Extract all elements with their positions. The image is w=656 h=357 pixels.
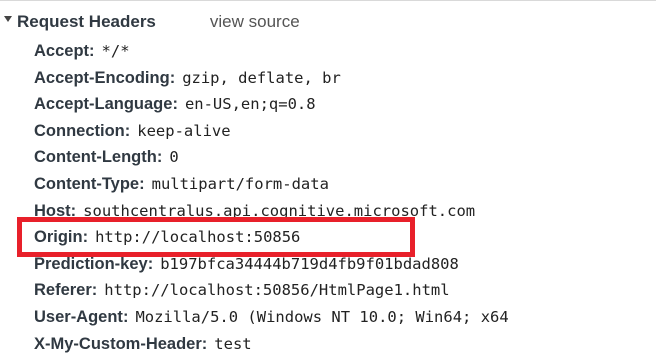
header-value: */* — [101, 42, 130, 60]
triangle-down-icon[interactable] — [4, 16, 12, 22]
header-value: http://localhost:50856 — [95, 228, 301, 247]
header-separator: : — [91, 281, 98, 300]
header-value: southcentralus.api.cognitive.microsoft.c… — [83, 201, 476, 220]
header-separator: : — [82, 228, 89, 247]
header-separator: : — [201, 334, 208, 353]
header-name: Origin — [34, 228, 83, 247]
header-row-user-agent: User-Agent: Mozilla/5.0 (Windows NT 10.0;… — [34, 304, 509, 331]
header-row-content-type: Content-Type: multipart/form-data — [34, 171, 509, 198]
header-value: 0 — [169, 148, 179, 167]
header-name: Accept-Encoding — [34, 68, 170, 87]
header-row-origin: Origin: http://localhost:50856 — [34, 224, 509, 251]
header-row-x-my-custom-header: X-My-Custom-Header: test — [34, 331, 509, 357]
header-name: Content-Type — [34, 174, 140, 193]
header-separator: : — [89, 42, 95, 60]
header-name: Accept — [34, 42, 90, 60]
header-name: Host — [34, 201, 71, 220]
request-headers-section-header[interactable]: Request Headers view source — [4, 10, 300, 34]
header-row-accept-encoding: Accept-Encoding: gzip, deflate, br — [34, 65, 509, 92]
top-divider — [0, 0, 656, 1]
header-row-host: Host: southcentralus.api.cognitive.micros… — [34, 198, 509, 225]
header-row-accept: Accept: */* — [34, 38, 509, 65]
header-value: keep-alive — [137, 121, 231, 140]
header-value: en-US,en;q=0.8 — [184, 95, 316, 114]
header-separator: : — [147, 254, 154, 273]
header-row-prediction-key: Prediction-key: b197bfca34444b719d4fb9f01… — [34, 251, 509, 278]
header-name: Connection — [34, 121, 125, 140]
header-name: X-My-Custom-Header — [34, 334, 202, 353]
header-row-connection: Connection: keep-alive — [34, 118, 509, 145]
header-name: Prediction-key — [34, 254, 148, 273]
header-separator: : — [172, 95, 178, 114]
header-separator: : — [70, 201, 77, 220]
header-separator: : — [139, 174, 145, 193]
header-value: b197bfca34444b719d4fb9f01bdad808 — [160, 254, 459, 273]
header-value: gzip, deflate, br — [182, 68, 341, 87]
header-value: multipart/form-data — [151, 174, 329, 193]
header-value: http://localhost:50856/HtmlPage1.html — [104, 281, 450, 300]
section-title[interactable]: Request Headers — [17, 12, 156, 32]
header-separator: : — [156, 148, 163, 167]
header-value: test — [214, 334, 252, 353]
header-row-referer: Referer: http://localhost:50856/HtmlPage1… — [34, 277, 509, 304]
request-headers-list: Accept: */* Accept-Encoding: gzip, deflate… — [34, 38, 509, 357]
header-separator: : — [169, 68, 176, 87]
header-value: Mozilla/5.0 (Windows NT 10.0; Win64; x64 — [135, 307, 509, 326]
header-name: User-Agent — [34, 307, 123, 326]
header-name: Referer — [34, 281, 92, 300]
header-row-content-length: Content-Length: 0 — [34, 144, 509, 171]
view-source-link[interactable]: view source — [210, 12, 300, 32]
header-separator: : — [124, 121, 131, 140]
header-row-accept-language: Accept-Language: en-US,en;q=0.8 — [34, 91, 509, 118]
header-separator: : — [122, 307, 129, 326]
header-name: Accept-Language — [34, 95, 173, 114]
header-name: Content-Length — [34, 148, 157, 167]
